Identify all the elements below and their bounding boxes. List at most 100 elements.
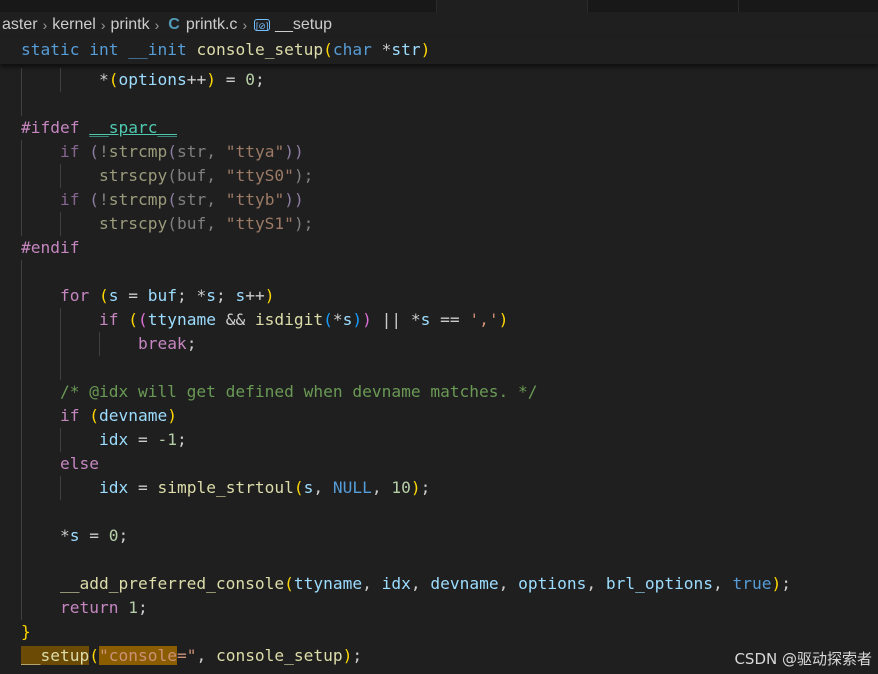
- chevron-right-icon: ›: [154, 17, 160, 33]
- code-token: __add_preferred_console: [59, 574, 285, 593]
- sticky-scroll-line[interactable]: static int __init console_setup(char *st…: [0, 38, 430, 64]
- editor-tab-strip: [0, 0, 878, 12]
- breadcrumb-item-folder[interactable]: aster: [0, 16, 40, 34]
- code-token: #endif: [21, 238, 80, 257]
- code-line[interactable]: idx = -1;: [0, 428, 187, 452]
- code-line[interactable]: #endif: [0, 236, 79, 260]
- code-token: 0: [108, 526, 119, 545]
- code-line[interactable]: break;: [0, 332, 196, 356]
- code-line[interactable]: else: [0, 452, 99, 476]
- code-token: -1: [157, 430, 177, 449]
- code-token: *: [381, 40, 392, 59]
- code-line[interactable]: *(options++) = 0;: [0, 68, 265, 92]
- code-token: ',': [469, 310, 499, 329]
- code-comment: /* @idx will get defined when devname ma…: [59, 382, 538, 401]
- code-token: if: [98, 310, 119, 329]
- code-token: devname: [98, 406, 168, 425]
- code-line[interactable]: if (devname): [0, 404, 177, 428]
- code-token: if: [59, 190, 80, 209]
- editor-tab-active[interactable]: [437, 0, 588, 12]
- code-token: console_setup: [215, 646, 343, 665]
- code-token: NULL: [332, 478, 372, 497]
- code-line[interactable]: if (!strcmp(str, "ttya")): [0, 140, 304, 164]
- code-token: s: [108, 286, 119, 305]
- breadcrumb: aster › kernel › printk › C printk.c › […: [0, 12, 878, 38]
- code-token: str: [176, 142, 207, 161]
- code-token: strcmp: [108, 190, 168, 209]
- code-token: idx: [98, 478, 129, 497]
- code-line[interactable]: [0, 92, 22, 116]
- code-token: 10: [391, 478, 411, 497]
- breadcrumb-item-folder[interactable]: printk: [109, 16, 152, 34]
- code-token: static: [21, 40, 80, 59]
- c-file-icon: C: [168, 16, 180, 33]
- code-token: isdigit: [254, 310, 324, 329]
- code-token: str: [176, 190, 207, 209]
- code-line[interactable]: return 1;: [0, 596, 148, 620]
- code-token: else: [59, 454, 99, 473]
- watermark: CSDN @驱动探索者: [734, 650, 872, 668]
- code-line[interactable]: #ifdef __sparc__: [0, 116, 177, 140]
- code-line[interactable]: if ((ttyname && isdigit(*s)) || *s == ',…: [0, 308, 508, 332]
- editor-tab[interactable]: [588, 0, 739, 12]
- code-token: simple_strtoul: [157, 478, 294, 497]
- code-token: ttyname: [293, 574, 363, 593]
- code-token: s: [69, 526, 80, 545]
- code-line[interactable]: strscpy(buf, "ttyS1");: [0, 212, 313, 236]
- chevron-right-icon: ›: [100, 17, 106, 33]
- code-token: s: [206, 286, 216, 305]
- code-token: s: [303, 478, 314, 497]
- code-token: "ttya": [225, 142, 285, 161]
- chevron-right-icon: ›: [42, 17, 48, 33]
- code-token: s: [420, 310, 431, 329]
- code-token: if: [59, 406, 80, 425]
- search-match-highlight: "console: [98, 646, 177, 665]
- symbol-variable-icon: [⊘]: [254, 19, 271, 31]
- code-token: options: [518, 574, 587, 593]
- code-token: idx: [381, 574, 411, 593]
- code-line[interactable]: __setup("console=", console_setup);: [0, 644, 362, 668]
- code-token: #ifdef: [21, 118, 80, 137]
- code-line[interactable]: __add_preferred_console(ttyname, idx, de…: [0, 572, 791, 596]
- code-editor[interactable]: *(options++) = 0; #ifdef __sparc__ if (!…: [0, 64, 878, 674]
- code-token: devname: [430, 574, 499, 593]
- code-line[interactable]: idx = simple_strtoul(s, NULL, 10);: [0, 476, 430, 500]
- code-token: str: [391, 40, 421, 59]
- code-token: "ttyS1": [225, 214, 294, 233]
- code-token: "ttyS0": [225, 166, 294, 185]
- code-line[interactable]: for (s = buf; *s; s++): [0, 284, 274, 308]
- code-token: ttyname: [147, 310, 216, 329]
- breadcrumb-item-symbol[interactable]: __setup: [273, 16, 334, 34]
- code-token: char: [332, 40, 372, 59]
- code-token: 1: [128, 598, 138, 617]
- code-line[interactable]: [0, 260, 22, 284]
- code-line[interactable]: [0, 500, 22, 524]
- chevron-right-icon: ›: [242, 17, 248, 33]
- code-token: s: [342, 310, 353, 329]
- code-line[interactable]: *s = 0;: [0, 524, 128, 548]
- code-token: "ttyb": [225, 190, 285, 209]
- code-token: idx: [98, 430, 129, 449]
- code-token: break: [137, 334, 187, 353]
- editor-tab[interactable]: [0, 0, 437, 12]
- code-line[interactable]: /* @idx will get defined when devname ma…: [0, 380, 538, 404]
- breadcrumb-item-folder[interactable]: kernel: [50, 16, 98, 34]
- code-token: return: [59, 598, 119, 617]
- code-line[interactable]: if (!strcmp(str, "ttyb")): [0, 188, 304, 212]
- code-token: __init: [128, 40, 187, 59]
- code-token: strscpy: [98, 166, 168, 185]
- sticky-scroll-header[interactable]: static int __init console_setup(char *st…: [0, 38, 878, 64]
- code-token: true: [732, 574, 772, 593]
- code-token: buf: [176, 214, 207, 233]
- code-line[interactable]: }: [0, 620, 31, 644]
- code-token: strcmp: [108, 142, 168, 161]
- code-line[interactable]: [0, 548, 22, 572]
- code-line[interactable]: strscpy(buf, "ttyS0");: [0, 164, 313, 188]
- code-line[interactable]: [0, 356, 61, 380]
- code-token: strscpy: [98, 214, 168, 233]
- code-token: buf: [147, 286, 177, 305]
- code-token: console_setup: [196, 40, 324, 59]
- breadcrumb-item-file[interactable]: printk.c: [184, 16, 240, 34]
- code-token: s: [235, 286, 246, 305]
- code-token: __sparc__: [89, 118, 177, 137]
